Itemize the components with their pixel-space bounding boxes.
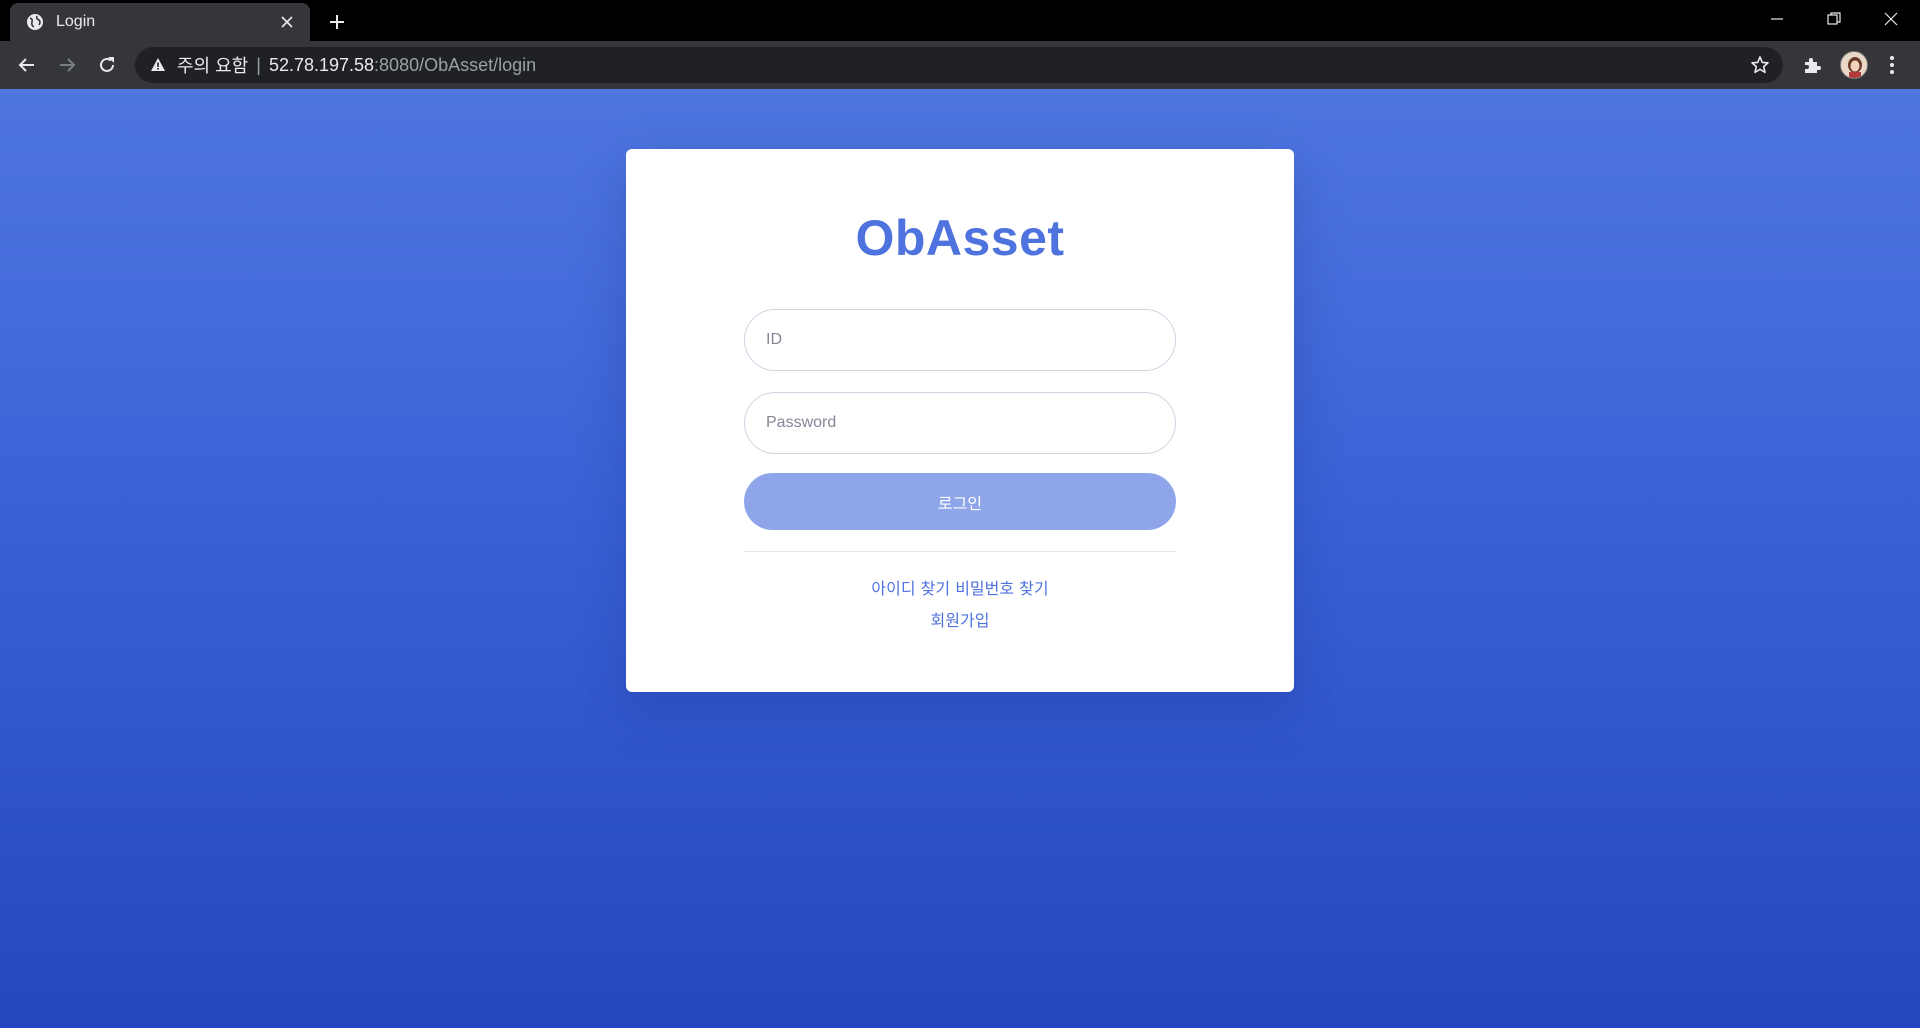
- close-window-icon[interactable]: [1876, 6, 1906, 32]
- security-label[interactable]: 주의 요함: [177, 52, 248, 78]
- signup-link[interactable]: 회원가입: [931, 611, 990, 630]
- address-separator: |: [256, 54, 261, 75]
- star-icon[interactable]: [1749, 54, 1771, 76]
- browser-tab[interactable]: Login: [10, 3, 310, 41]
- url-host: 52.78.197.58: [268, 54, 375, 75]
- password-input[interactable]: [744, 392, 1176, 454]
- brand-title: ObAsset: [855, 210, 1065, 266]
- reload-icon[interactable]: [93, 51, 121, 79]
- divider: [744, 551, 1176, 552]
- forward-arrow-icon[interactable]: [53, 51, 81, 79]
- login-button[interactable]: 로그인: [744, 473, 1176, 530]
- browser-titlebar: Login: [0, 0, 1920, 41]
- plus-icon[interactable]: [324, 9, 350, 35]
- address-bar[interactable]: 주의 요함 | 52.78.197.58 :8080/ObAsset/login: [135, 47, 1783, 83]
- find-id-link[interactable]: 아이디 찾기: [871, 579, 950, 598]
- find-password-link[interactable]: 비밀번호 찾기: [955, 579, 1048, 598]
- warning-icon[interactable]: [149, 56, 167, 74]
- browser-toolbar: 주의 요함 | 52.78.197.58 :8080/ObAsset/login: [0, 41, 1920, 89]
- profile-avatar[interactable]: [1840, 51, 1868, 79]
- login-card: ObAsset 로그인 아이디 찾기 비밀번호 찾기 회원가입: [626, 149, 1294, 692]
- more-vert-icon[interactable]: [1880, 52, 1904, 78]
- url-path: :8080/ObAsset/login: [374, 54, 537, 75]
- restore-icon[interactable]: [1819, 6, 1849, 32]
- globe-icon: [26, 13, 44, 31]
- tab-title: Login: [56, 13, 96, 30]
- back-arrow-icon[interactable]: [13, 51, 41, 79]
- account-links: 아이디 찾기 비밀번호 찾기 회원가입: [626, 575, 1294, 631]
- puzzle-icon[interactable]: [1799, 52, 1825, 78]
- page-background: ObAsset 로그인 아이디 찾기 비밀번호 찾기 회원가입: [0, 89, 1920, 1028]
- close-icon[interactable]: [276, 11, 298, 33]
- minimize-icon[interactable]: [1762, 6, 1792, 32]
- id-input[interactable]: [744, 309, 1176, 371]
